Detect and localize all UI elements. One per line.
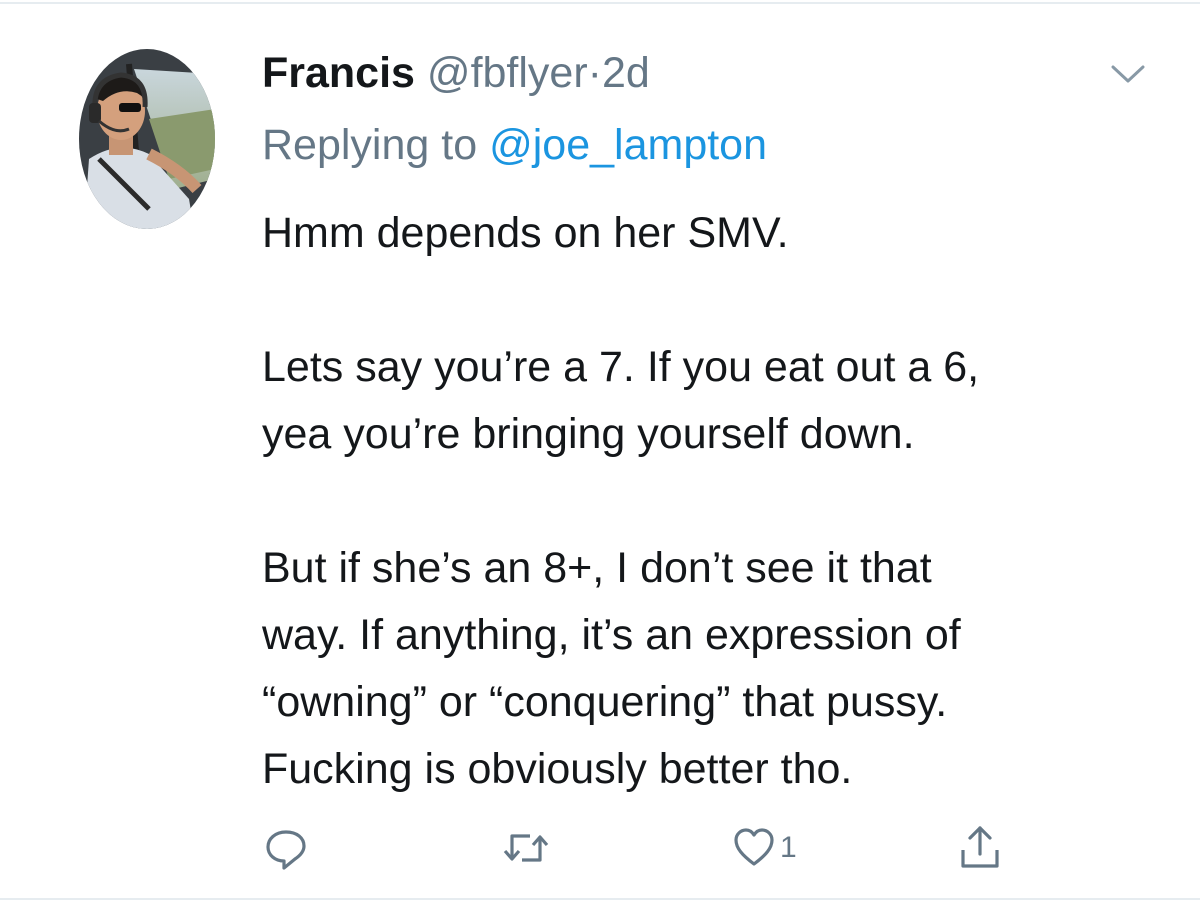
retweet-icon: [503, 834, 549, 862]
avatar-photo: [79, 49, 215, 229]
replying-prefix: Replying to: [262, 121, 490, 169]
display-name[interactable]: Francis: [262, 49, 415, 97]
replying-to: Replying to @joe_lampton: [262, 116, 767, 174]
tweet-header: Francis @fbflyer·2d: [262, 44, 650, 102]
text-line: But if she’s an 8+, I don’t see it that: [262, 544, 932, 592]
tweet-paragraph: But if she’s an 8+, I don’t see it that …: [262, 535, 1162, 803]
mention-link[interactable]: @joe_lampton: [489, 121, 767, 169]
separator-dot: ·: [587, 49, 602, 97]
tweet-paragraph: Hmm depends on her SMV.: [262, 200, 1162, 267]
like-button[interactable]: 1: [732, 820, 797, 876]
text-line: Fucking is obviously better tho.: [262, 745, 853, 793]
heart-icon: [734, 828, 774, 866]
retweet-button[interactable]: [500, 820, 552, 876]
tweet[interactable]: Francis @fbflyer·2d Replying to @joe_lam…: [0, 0, 1200, 906]
text-line: Hmm depends on her SMV.: [262, 209, 789, 257]
avatar[interactable]: [79, 49, 215, 229]
tweet-paragraph: Lets say you’re a 7. If you eat out a 6,…: [262, 334, 1162, 468]
share-icon: [961, 826, 999, 868]
text-line: Lets say you’re a 7. If you eat out a 6,: [262, 343, 980, 391]
text-line: “owning” or “conquering” that pussy.: [262, 678, 948, 726]
user-handle[interactable]: @fbflyer: [427, 49, 588, 97]
reply-button[interactable]: [262, 820, 310, 876]
text-line: way. If anything, it’s an expression of: [262, 611, 961, 659]
timestamp[interactable]: 2d: [602, 49, 650, 97]
reply-icon: [266, 830, 306, 870]
tweet-text: Hmm depends on her SMV. Lets say you’re …: [262, 200, 1162, 803]
like-count: 1: [780, 831, 797, 864]
chevron-down-icon[interactable]: [1108, 62, 1148, 86]
share-button[interactable]: [958, 820, 1002, 876]
text-line: yea you’re bringing yourself down.: [262, 410, 915, 458]
bottom-divider: [0, 898, 1200, 900]
tweet-actions: 1: [0, 820, 1200, 880]
